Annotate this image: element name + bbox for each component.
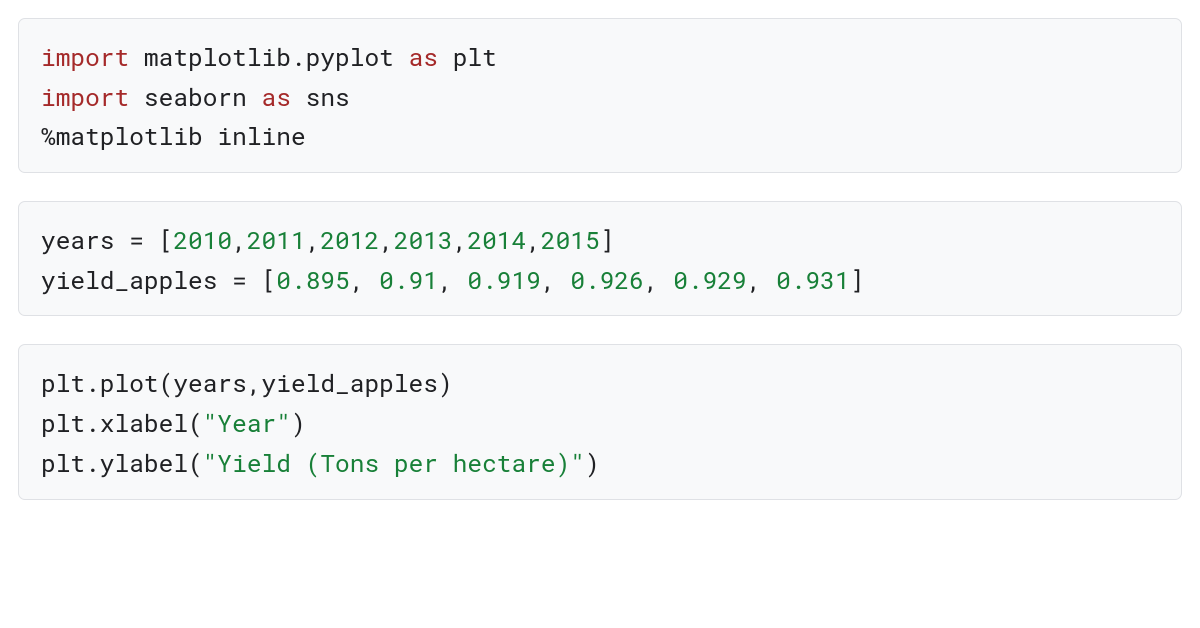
code-token: 2015: [541, 223, 600, 256]
code-token: ): [585, 446, 600, 479]
code-token: "Year": [203, 406, 291, 439]
code-token: 2011: [247, 223, 306, 256]
code-cell: years = [2010,2011,2012,2013,2014,2015] …: [18, 201, 1182, 316]
code-token: = [: [115, 223, 174, 256]
code-token: ,: [526, 223, 541, 256]
code-token: ]: [850, 263, 865, 296]
code-token: yield_apples: [41, 263, 217, 296]
code-cell: import matplotlib.pyplot as plt import s…: [18, 18, 1182, 173]
code-token: 0.931: [776, 263, 850, 296]
code-token: 2012: [320, 223, 379, 256]
code-token: "Yield (Tons per hectare)": [203, 446, 585, 479]
code-token: 0.919: [467, 263, 541, 296]
code-token: plt: [453, 40, 497, 73]
code-token: [438, 40, 453, 73]
code-token: ,: [379, 223, 394, 256]
code-token: = [: [217, 263, 276, 296]
code-token: 0.895: [276, 263, 350, 296]
code-token: plt.xlabel(: [41, 406, 203, 439]
code-token: ,: [438, 263, 467, 296]
code-token: 2010: [173, 223, 232, 256]
code-token: 0.929: [673, 263, 747, 296]
code-token: sns: [306, 80, 350, 113]
code-token: ,: [747, 263, 776, 296]
code-token: plt.ylabel(: [41, 446, 203, 479]
code-token: ,: [350, 263, 379, 296]
code-token: 0.926: [570, 263, 644, 296]
code-token: as: [262, 80, 291, 113]
code-token: 2014: [467, 223, 526, 256]
code-token: import: [41, 40, 129, 73]
code-token: ,: [306, 223, 321, 256]
code-cells-container: import matplotlib.pyplot as plt import s…: [18, 18, 1182, 500]
code-token: [129, 80, 144, 113]
code-token: import: [41, 80, 129, 113]
code-cell: plt.plot(years,yield_apples) plt.xlabel(…: [18, 344, 1182, 499]
code-token: [247, 80, 262, 113]
code-token: [291, 80, 306, 113]
code-token: ): [291, 406, 306, 439]
code-token: %matplotlib inline: [41, 119, 306, 152]
code-token: ]: [600, 223, 615, 256]
code-token: [129, 40, 144, 73]
code-token: matplotlib.pyplot: [144, 40, 394, 73]
code-token: ,: [644, 263, 673, 296]
code-token: years: [41, 223, 115, 256]
code-token: 2013: [394, 223, 453, 256]
code-token: 0.91: [379, 263, 438, 296]
code-token: as: [409, 40, 438, 73]
code-token: ,: [453, 223, 468, 256]
code-token: [394, 40, 409, 73]
code-token: ,: [232, 223, 247, 256]
code-token: plt.plot(years,yield_apples): [41, 366, 453, 399]
code-token: seaborn: [144, 80, 247, 113]
code-token: ,: [541, 263, 570, 296]
